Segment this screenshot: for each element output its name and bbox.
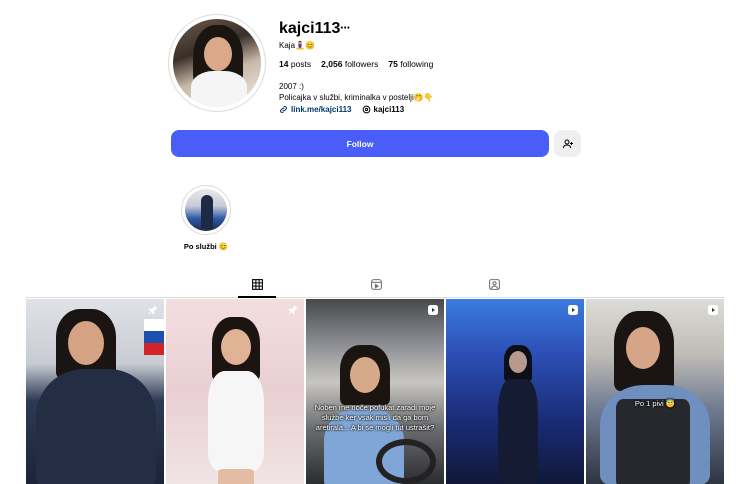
followers-stat[interactable]: 2,056 followers — [321, 59, 378, 69]
grid-icon — [251, 278, 263, 290]
profile-photo — [173, 19, 261, 107]
username: kajci113 — [279, 20, 341, 37]
post-thumbnail[interactable] — [446, 299, 584, 484]
external-link[interactable]: link.me/kajci113 — [279, 105, 352, 114]
tab-tagged[interactable] — [487, 277, 501, 291]
suggested-users-button[interactable] — [554, 130, 581, 157]
tagged-icon — [488, 278, 500, 290]
profile-links: link.me/kajci113 kajci113 — [279, 105, 404, 114]
link-icon — [280, 106, 287, 113]
story-highlight[interactable] — [181, 185, 231, 235]
tabs-divider — [26, 297, 725, 298]
post-thumbnail[interactable] — [26, 299, 164, 484]
tab-posts[interactable] — [250, 277, 264, 291]
reel-icon — [568, 305, 578, 315]
threads-link[interactable]: kajci113 — [362, 105, 404, 114]
highlight-cover — [185, 189, 227, 231]
reels-icon — [370, 278, 382, 290]
tab-reels[interactable] — [369, 277, 383, 291]
pin-icon — [288, 305, 298, 315]
posts-stat: 14 posts — [279, 59, 312, 69]
posts-grid: Noben me noče pofukat zaradi moje službe… — [26, 299, 724, 484]
post-thumbnail[interactable] — [166, 299, 304, 484]
highlight-label: Po službi 😊 — [183, 242, 229, 251]
post-caption: Noben me noče pofukat zaradi moje službe… — [314, 403, 436, 432]
more-options-icon[interactable]: ··· — [340, 20, 351, 35]
post-caption: Po 1 pivi 😇 — [634, 399, 676, 408]
bio-line-2: Policajka v službi, kriminalka v postelj… — [279, 93, 434, 102]
post-thumbnail[interactable]: Po 1 pivi 😇 — [586, 299, 724, 484]
profile-avatar[interactable] — [168, 14, 266, 112]
bio-line-1: 2007 :) — [279, 82, 304, 91]
post-thumbnail[interactable]: Noben me noče pofukat zaradi moje službe… — [306, 299, 444, 484]
active-tab-indicator — [238, 296, 276, 298]
follow-button[interactable]: Follow — [171, 130, 549, 157]
add-person-icon — [562, 139, 573, 148]
reel-icon — [428, 305, 438, 315]
following-stat[interactable]: 75 following — [388, 59, 433, 69]
full-name: Kaja🧘‍♀️😊 — [279, 41, 315, 50]
pin-icon — [148, 305, 158, 315]
reel-icon — [708, 305, 718, 315]
profile-stats: 14 posts 2,056 followers 75 following — [279, 59, 433, 69]
threads-icon — [362, 105, 370, 114]
